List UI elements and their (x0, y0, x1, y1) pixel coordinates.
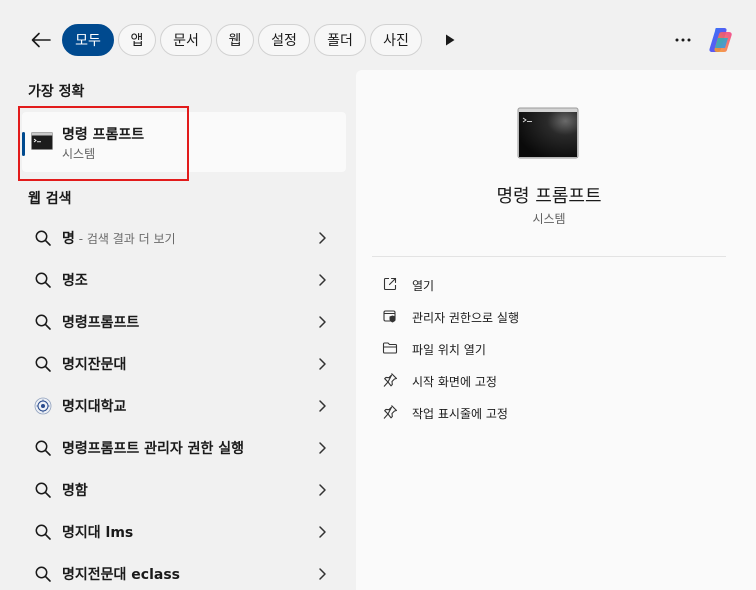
search-icon (35, 482, 51, 498)
ellipsis-icon (675, 38, 691, 42)
action-label: 작업 표시줄에 고정 (412, 407, 508, 421)
command-prompt-icon (31, 132, 53, 150)
web-result-label: 명령프롬프트 관리자 권한 실행 (62, 441, 245, 457)
action-label: 열기 (412, 279, 435, 293)
web-result-label: 명지대 lms (62, 525, 134, 541)
more-filters-button[interactable] (438, 28, 462, 52)
selection-indicator (22, 132, 25, 156)
best-match-result[interactable]: 명령 프롬프트 시스템 (22, 112, 346, 172)
copilot-icon (709, 28, 732, 52)
action-pin-to-start[interactable]: 시작 화면에 고정 (376, 367, 716, 395)
web-result-label: 명 - 검색 결과 더 보기 (62, 228, 176, 248)
chevron-right-icon (319, 358, 326, 370)
action-run-as-admin[interactable]: 관리자 권한으로 실행 (376, 303, 716, 331)
search-icon (35, 566, 51, 582)
search-icon (35, 272, 51, 288)
web-result-label: 명지잔문대 (62, 357, 127, 373)
play-arrow-icon (446, 34, 455, 46)
chevron-right-icon (319, 568, 326, 580)
web-result-item[interactable]: 명지대학교 (22, 387, 346, 425)
web-result-query: 명 (62, 231, 75, 247)
filter-chip-folders[interactable]: 폴더 (314, 24, 366, 56)
search-icon (35, 230, 51, 246)
web-result-label: 명함 (62, 483, 88, 499)
chevron-right-icon (319, 400, 326, 412)
more-options-button[interactable] (668, 28, 698, 52)
university-emblem-icon (34, 397, 52, 415)
web-result-label: 명지대학교 (62, 399, 127, 415)
web-result-item[interactable]: 명 - 검색 결과 더 보기 (22, 219, 346, 257)
command-prompt-large-icon (517, 107, 579, 159)
search-icon (35, 440, 51, 456)
filter-chip-all[interactable]: 모두 (62, 24, 114, 56)
chevron-right-icon (319, 484, 326, 496)
filter-chip-documents[interactable]: 문서 (160, 24, 212, 56)
open-external-icon (383, 277, 397, 291)
web-result-item[interactable]: 명령프롬프트 (22, 303, 346, 341)
action-pin-to-taskbar[interactable]: 작업 표시줄에 고정 (376, 399, 716, 427)
chevron-right-icon (319, 526, 326, 538)
search-icon (35, 314, 51, 330)
pin-icon (383, 405, 398, 419)
web-search-heading: 웹 검색 (28, 191, 72, 207)
action-open[interactable]: 열기 (376, 271, 716, 299)
web-result-item[interactable]: 명함 (22, 471, 346, 509)
web-result-label: 명령프롬프트 (62, 315, 140, 331)
web-result-suffix: - 검색 결과 더 보기 (74, 232, 176, 246)
web-result-label: 명조 (62, 273, 88, 289)
pin-icon (383, 373, 398, 387)
chevron-right-icon (319, 442, 326, 454)
filter-chip-web[interactable]: 웹 (216, 24, 254, 56)
detail-divider (372, 256, 726, 257)
chevron-right-icon (319, 274, 326, 286)
action-label: 관리자 권한으로 실행 (412, 311, 519, 325)
web-result-item[interactable]: 명지대 lms (22, 513, 346, 551)
web-result-label: 명지전문대 eclass (62, 567, 180, 583)
web-result-item[interactable]: 명조 (22, 261, 346, 299)
filter-chip-photos[interactable]: 사진 (370, 24, 422, 56)
best-match-name: 명령 프롬프트 (62, 127, 145, 143)
folder-icon (382, 342, 398, 354)
back-button[interactable] (26, 26, 56, 54)
search-icon (35, 356, 51, 372)
best-match-type: 시스템 (62, 147, 96, 161)
search-icon (35, 524, 51, 540)
filter-bar: 모두 앱 문서 웹 설정 폴더 사진 (0, 22, 756, 58)
detail-panel: 명령 프롬프트 시스템 열기 관리자 권한으로 실행 파일 위치 열기 시작 화… (356, 70, 756, 590)
action-label: 파일 위치 열기 (412, 343, 486, 357)
copilot-button[interactable] (706, 24, 738, 56)
filter-chip-settings[interactable]: 설정 (258, 24, 310, 56)
detail-app-name: 명령 프롬프트 (496, 186, 602, 207)
shield-admin-icon (383, 310, 396, 323)
action-open-file-location[interactable]: 파일 위치 열기 (376, 335, 716, 363)
web-result-item[interactable]: 명령프롬프트 관리자 권한 실행 (22, 429, 346, 467)
best-match-heading: 가장 정확 (28, 84, 85, 100)
web-result-item[interactable]: 명지전문대 eclass (22, 555, 346, 590)
web-result-item[interactable]: 명지잔문대 (22, 345, 346, 383)
filter-chip-apps[interactable]: 앱 (118, 24, 156, 56)
chevron-right-icon (319, 316, 326, 328)
chevron-right-icon (319, 232, 326, 244)
detail-app-type: 시스템 (532, 212, 566, 226)
action-label: 시작 화면에 고정 (412, 375, 497, 389)
back-arrow-icon (31, 32, 51, 48)
